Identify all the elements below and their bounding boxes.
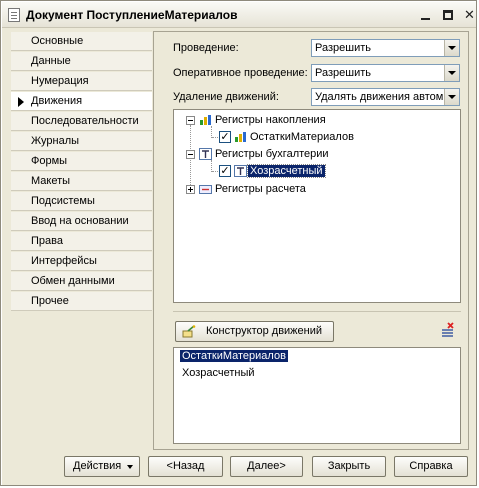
posting-select[interactable]: Разрешить: [311, 39, 460, 57]
nav-item-label: Обмен данными: [31, 275, 115, 287]
next-button[interactable]: Далее>: [230, 456, 303, 477]
minimize-icon: [421, 17, 430, 20]
chevron-down-icon[interactable]: [444, 65, 459, 81]
posting-label: Проведение:: [173, 42, 239, 54]
tree-node-khozraschetny[interactable]: Хозрасчетный: [247, 164, 326, 178]
list-item-khozraschetny[interactable]: Хозрасчетный: [180, 367, 257, 379]
maximize-icon: [442, 9, 453, 20]
registers-tree: Регистры накопления ✓ ОстаткиМатериалов …: [173, 109, 461, 303]
checkbox-stock-materials[interactable]: ✓: [219, 131, 231, 143]
help-button[interactable]: Справка: [394, 456, 468, 477]
sections-nav: Основные Данные Нумерация Движения После…: [11, 32, 152, 313]
tree-node-accounting[interactable]: Регистры бухгалтерии: [215, 148, 329, 160]
actions-menu-button[interactable]: Действия: [64, 456, 140, 477]
nav-item-label: Последовательности: [31, 115, 139, 127]
minimize-button[interactable]: [416, 5, 435, 24]
nav-item-label: Макеты: [31, 175, 71, 187]
realtime-posting-value: Разрешить: [315, 67, 371, 79]
chevron-down-icon: [127, 465, 133, 469]
calculation-registers-icon: [199, 185, 212, 194]
checkbox-khozraschetny[interactable]: ✓: [219, 165, 231, 177]
accounting-registers-icon: [199, 148, 212, 160]
tree-node-accumulation[interactable]: Регистры накопления: [215, 114, 326, 126]
constructor-button-label: Конструктор движений: [206, 325, 323, 337]
close-icon: ✕: [464, 6, 475, 22]
nav-item-journals[interactable]: Журналы: [11, 132, 152, 151]
nav-item-label: Формы: [31, 155, 68, 167]
nav-item-data[interactable]: Данные: [11, 52, 152, 71]
nav-item-label: Прочее: [31, 295, 69, 307]
accumulation-register-icon: [235, 132, 246, 142]
tree-node-calculation[interactable]: Регистры расчета: [215, 183, 306, 195]
constructor-wand-icon: [182, 325, 196, 338]
chevron-down-icon[interactable]: [444, 40, 459, 56]
title-bar[interactable]: Документ ПоступлениеМатериалов ✕: [2, 2, 476, 28]
delete-movements-label: Удаление движений:: [173, 91, 279, 103]
realtime-posting-label: Оперативное проведение:: [173, 67, 308, 79]
nav-item-other[interactable]: Прочее: [11, 292, 152, 311]
nav-item-label: Права: [31, 235, 63, 247]
nav-item-subsystems[interactable]: Подсистемы: [11, 192, 152, 211]
delete-movements-select[interactable]: Удалять движения автом: [311, 88, 460, 106]
nav-item-rights[interactable]: Права: [11, 232, 152, 251]
nav-item-input-basis[interactable]: Ввод на основании: [11, 212, 152, 231]
panel-splitter[interactable]: [173, 311, 461, 313]
posting-value: Разрешить: [315, 42, 371, 54]
nav-item-interfaces[interactable]: Интерфейсы: [11, 252, 152, 271]
delete-movements-value: Удалять движения автом: [315, 91, 443, 103]
collapse-toggle-accounting[interactable]: [186, 150, 195, 159]
clear-list-icon[interactable]: [439, 322, 457, 340]
nav-item-label: Ввод на основании: [31, 215, 129, 227]
nav-item-label: Данные: [31, 55, 71, 67]
window-title: Документ ПоступлениеМатериалов: [26, 8, 238, 22]
expand-toggle-calculation[interactable]: [186, 185, 195, 194]
document-icon: [8, 8, 20, 22]
nav-item-movements[interactable]: Движения: [11, 92, 152, 111]
nav-item-label: Журналы: [31, 135, 80, 147]
nav-item-label: Движения: [31, 95, 83, 107]
chevron-down-icon[interactable]: [444, 89, 459, 105]
dialog-window: Документ ПоступлениеМатериалов ✕ Основны…: [0, 0, 477, 486]
nav-item-numbering[interactable]: Нумерация: [11, 72, 152, 91]
nav-item-sequences[interactable]: Последовательности: [11, 112, 152, 131]
nav-item-forms[interactable]: Формы: [11, 152, 152, 171]
nav-item-templates[interactable]: Макеты: [11, 172, 152, 191]
nav-item-data-exchange[interactable]: Обмен данными: [11, 272, 152, 291]
nav-item-label: Основные: [31, 35, 84, 47]
nav-item-label: Нумерация: [31, 75, 89, 87]
realtime-posting-select[interactable]: Разрешить: [311, 64, 460, 82]
actions-button-label: Действия: [73, 460, 122, 472]
accumulation-registers-icon: [200, 115, 211, 125]
movements-constructor-button[interactable]: Конструктор движений: [175, 321, 334, 342]
accounting-register-icon: [234, 165, 247, 177]
collapse-toggle-accumulation[interactable]: [186, 116, 195, 125]
close-button[interactable]: Закрыть: [312, 456, 386, 477]
tree-node-stock-materials[interactable]: ОстаткиМатериалов: [250, 131, 354, 143]
back-button[interactable]: <Назад: [148, 456, 223, 477]
close-window-button[interactable]: ✕: [460, 5, 479, 24]
movements-list: ОстаткиМатериалов Хозрасчетный: [173, 347, 461, 444]
current-arrow-icon: [18, 97, 24, 107]
nav-item-label: Подсистемы: [31, 195, 95, 207]
nav-item-label: Интерфейсы: [31, 255, 97, 267]
nav-item-basic[interactable]: Основные: [11, 32, 152, 51]
list-item-stock-materials[interactable]: ОстаткиМатериалов: [180, 350, 288, 362]
maximize-button[interactable]: [438, 5, 457, 24]
